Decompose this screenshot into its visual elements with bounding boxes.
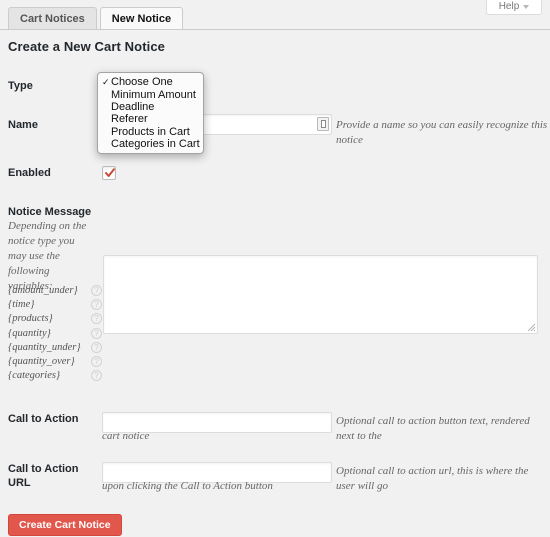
tab-new-notice[interactable]: New Notice xyxy=(100,7,183,30)
variable-name: {time} xyxy=(8,299,34,310)
type-option-label: Referer xyxy=(111,113,148,125)
label-call-to-action: Call to Action xyxy=(8,412,96,426)
notice-message-textarea[interactable] xyxy=(103,255,538,334)
label-notice-message: Notice Message xyxy=(8,205,96,219)
variable-name: {amount_under} xyxy=(8,285,78,296)
variable-row: {quantity} ? xyxy=(8,326,102,340)
type-option-label: Deadline xyxy=(111,101,154,113)
variable-row: {quantity_under} ? xyxy=(8,340,102,354)
type-option-label: Categories in Cart xyxy=(111,138,200,150)
help-icon[interactable]: ? xyxy=(91,313,102,324)
help-icon[interactable]: ? xyxy=(91,356,102,367)
help-icon[interactable]: ? xyxy=(91,370,102,381)
call-to-action-url-description-cont: upon clicking the Call to Action button xyxy=(102,479,422,494)
template-variable-list: {amount_under} ? {time} ? {products} ? {… xyxy=(8,283,102,383)
type-select-dropdown[interactable]: ✓ Choose One Minimum Amount Deadline Ref… xyxy=(97,72,204,154)
help-icon[interactable]: ? xyxy=(91,299,102,310)
page-title: Create a New Cart Notice xyxy=(8,39,165,54)
enabled-checkbox[interactable] xyxy=(102,166,116,180)
variable-name: {products} xyxy=(8,313,53,324)
cart-notice-admin-page: Help Cart Notices New Notice Create a Ne… xyxy=(0,0,550,537)
chevron-down-icon xyxy=(523,5,529,9)
type-option[interactable]: Referer xyxy=(98,113,203,125)
type-option-label: Products in Cart xyxy=(111,126,190,138)
help-icon[interactable]: ? xyxy=(91,285,102,296)
tab-divider xyxy=(0,29,550,30)
type-option[interactable]: Deadline xyxy=(98,101,203,113)
variable-row: {categories} ? xyxy=(8,369,102,383)
variable-row: {products} ? xyxy=(8,312,102,326)
create-cart-notice-button[interactable]: Create Cart Notice xyxy=(8,514,122,536)
type-option-label: Minimum Amount xyxy=(111,89,196,101)
variable-row: {time} ? xyxy=(8,297,102,311)
help-button[interactable]: Help xyxy=(486,0,542,15)
variable-name: {quantity} xyxy=(8,328,51,339)
variable-row: {amount_under} ? xyxy=(8,283,102,297)
form-autofill-icon[interactable] xyxy=(317,117,329,131)
type-option-label: Choose One xyxy=(111,76,173,88)
tab-new-notice-label: New Notice xyxy=(112,13,171,25)
type-option[interactable]: Minimum Amount xyxy=(98,88,203,100)
call-to-action-description-cont: cart notice xyxy=(102,429,402,444)
help-button-label: Help xyxy=(499,1,520,12)
variable-name: {quantity_over} xyxy=(8,356,75,367)
type-option[interactable]: ✓ Choose One xyxy=(98,76,203,88)
type-option[interactable]: Products in Cart xyxy=(98,126,203,138)
tab-cart-notices[interactable]: Cart Notices xyxy=(8,7,97,30)
type-option[interactable]: Categories in Cart xyxy=(98,138,203,150)
tab-cart-notices-label: Cart Notices xyxy=(20,13,85,25)
help-icon[interactable]: ? xyxy=(91,328,102,339)
label-type: Type xyxy=(8,79,96,93)
selected-check-icon: ✓ xyxy=(102,77,111,88)
label-call-to-action-url: Call to Action URL xyxy=(8,462,96,490)
help-icon[interactable]: ? xyxy=(91,342,102,353)
variable-name: {quantity_under} xyxy=(8,342,81,353)
tab-bar: Cart Notices New Notice xyxy=(8,6,183,30)
label-enabled: Enabled xyxy=(8,166,96,180)
label-name: Name xyxy=(8,118,96,132)
name-description: Provide a name so you can easily recogni… xyxy=(336,118,548,148)
variable-name: {categories} xyxy=(8,370,60,381)
variable-row: {quantity_over} ? xyxy=(8,354,102,368)
checkmark-icon xyxy=(104,167,116,179)
